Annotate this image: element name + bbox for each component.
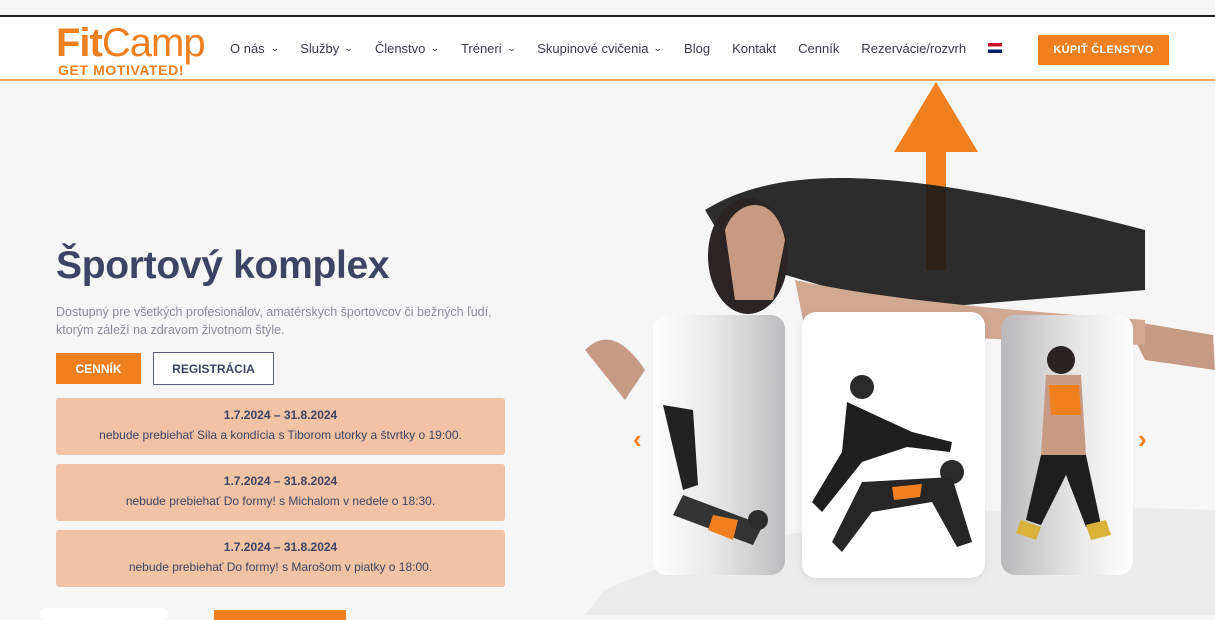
chevron-right-icon[interactable]: › xyxy=(1138,424,1147,455)
notice-date: 1.7.2024 – 31.8.2024 xyxy=(223,540,338,554)
notice-card: 1.7.2024 – 31.8.2024 nebude prebiehať Do… xyxy=(56,464,505,521)
nav-item-kontakt[interactable]: Kontakt xyxy=(732,41,776,56)
registration-button[interactable]: REGISTRÁCIA xyxy=(153,352,274,385)
site-header: FitCamp GET MOTIVATED! O nás ⌄ Služby ⌄ Čl… xyxy=(0,17,1215,81)
hero-description: Dostupný pre všetkých profesionálov, ama… xyxy=(56,305,492,337)
chevron-down-icon: ⌄ xyxy=(269,42,280,53)
chevron-down-icon: ⌄ xyxy=(430,42,441,53)
logo-fit: Fit xyxy=(56,21,103,65)
notice-text: nebude prebiehať Do formy! s Marošom v p… xyxy=(128,560,433,574)
nav-item-clenstvo[interactable]: Členstvo ⌄ xyxy=(375,41,441,56)
chevron-down-icon: ⌄ xyxy=(653,42,664,53)
nav-item-blog[interactable]: Blog xyxy=(684,41,710,56)
carousel-card-right[interactable] xyxy=(1001,315,1133,575)
exercise-photo xyxy=(1016,346,1111,540)
logo-camp: Camp xyxy=(101,21,206,65)
logo-tagline: GET MOTIVATED! xyxy=(58,62,185,78)
nav-item-cennik[interactable]: Cenník xyxy=(798,41,839,56)
carousel-card-left[interactable] xyxy=(653,315,785,575)
exercise-photo xyxy=(812,375,972,552)
fitcamp-logo[interactable]: FitCamp GET MOTIVATED! xyxy=(56,21,221,78)
notice-text: nebude prebiehať Do formy! s Michalom v … xyxy=(125,494,436,508)
notice-card: 1.7.2024 – 31.8.2024 nebude prebiehať Do… xyxy=(56,530,505,587)
chevron-down-icon: ⌄ xyxy=(506,42,517,53)
notice-date: 1.7.2024 – 31.8.2024 xyxy=(223,474,338,488)
nav-item-skupinove-cvicenia[interactable]: Skupinové cvičenia ⌄ xyxy=(537,41,664,56)
notice-card: 1.7.2024 – 31.8.2024 nebude prebiehať Si… xyxy=(56,398,505,455)
notice-date: 1.7.2024 – 31.8.2024 xyxy=(223,408,338,422)
bottom-orange-button[interactable] xyxy=(214,610,346,620)
hero-title: Športový komplex xyxy=(56,244,390,287)
nav-item-rezervacie[interactable]: Rezervácie/rozvrh xyxy=(861,41,966,56)
exercise-photo xyxy=(663,405,768,545)
bottom-widget[interactable] xyxy=(40,608,168,620)
nav-item-treneri[interactable]: Tréneri ⌄ xyxy=(461,41,517,56)
main-nav: O nás ⌄ Služby ⌄ Členstvo ⌄ Tréneri ⌄ Skupin… xyxy=(230,17,1024,79)
buy-membership-button[interactable]: KÚPIŤ ČLENSTVO xyxy=(1038,35,1169,65)
notice-text: nebude prebiehať Sila a kondícia s Tibor… xyxy=(99,428,462,442)
uk-flag-icon[interactable] xyxy=(988,43,1003,53)
nav-item-o-nas[interactable]: O nás ⌄ xyxy=(230,41,280,56)
chevron-down-icon: ⌄ xyxy=(344,42,354,53)
hero-image-area: ‹ › xyxy=(585,170,1215,615)
nav-item-sluzby[interactable]: Služby ⌄ xyxy=(300,41,354,56)
carousel-card-center[interactable] xyxy=(802,312,985,578)
chevron-left-icon[interactable]: ‹ xyxy=(633,424,642,455)
pricing-button[interactable]: CENNÍK xyxy=(56,353,141,384)
